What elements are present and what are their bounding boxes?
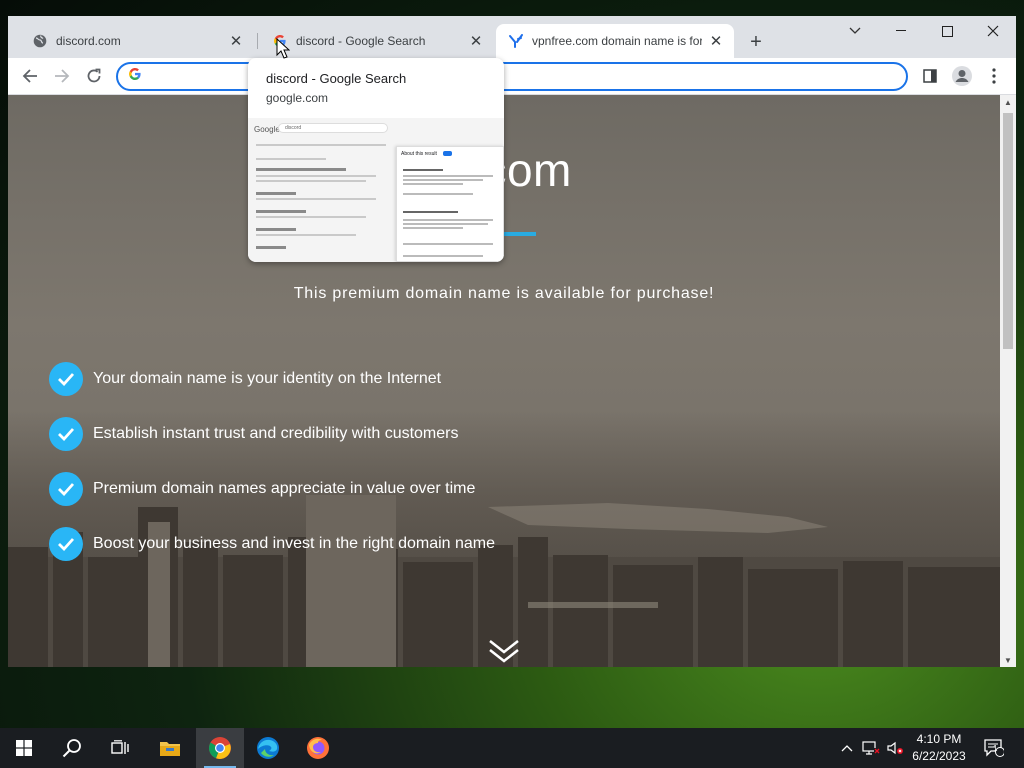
tab-strip: discord.com ✕ discord - Google Search ✕ … (8, 16, 1016, 58)
new-tab-button[interactable]: + (744, 30, 768, 54)
checkmark-icon (49, 472, 83, 506)
preview-query: discord (278, 123, 388, 133)
side-panel-button[interactable] (916, 62, 944, 90)
reload-button[interactable] (80, 62, 108, 90)
google-icon (128, 67, 142, 86)
profile-button[interactable] (948, 62, 976, 90)
scroll-up-icon[interactable]: ▲ (1000, 95, 1016, 109)
hover-card-preview: Google discord About this result (248, 118, 504, 262)
search-icon[interactable] (48, 728, 96, 768)
system-clock[interactable]: 4:10 PM 6/22/2023 (906, 731, 972, 765)
tab-discord[interactable]: discord.com ✕ (20, 24, 254, 58)
preview-logo: Google (254, 125, 280, 134)
hover-card-title: discord - Google Search (266, 71, 407, 86)
arrow-right-icon (55, 69, 70, 83)
page-viewport: e.com This premium domain name is availa… (8, 95, 1000, 667)
notification-count: 1 (993, 744, 998, 753)
firefox-icon[interactable] (294, 728, 342, 768)
benefit-item: Your domain name is your identity on the… (49, 361, 441, 397)
task-view-icon[interactable] (96, 728, 144, 768)
edge-icon[interactable] (244, 728, 292, 768)
tab-hover-card: discord - Google Search google.com Googl… (248, 58, 504, 262)
show-hidden-icons-icon[interactable] (838, 728, 856, 768)
globe-icon (32, 33, 48, 49)
back-button[interactable] (16, 62, 44, 90)
network-icon[interactable] (860, 728, 882, 768)
windows-start-icon[interactable] (0, 728, 48, 768)
preview-about-panel: About this result (396, 146, 504, 262)
mouse-cursor-icon (276, 38, 290, 59)
tab-close-icon[interactable]: ✕ (228, 33, 244, 50)
close-window-button[interactable] (970, 16, 1016, 46)
scrollbar-thumb[interactable] (1003, 113, 1013, 349)
clock-date: 6/22/2023 (912, 749, 966, 763)
chrome-icon[interactable] (196, 728, 244, 768)
forward-button[interactable] (48, 62, 76, 90)
tab-search-icon[interactable] (832, 16, 878, 46)
checkmark-icon (49, 417, 83, 451)
volume-muted-icon[interactable] (884, 728, 906, 768)
benefit-text: Your domain name is your identity on the… (93, 370, 442, 387)
hover-card-domain: google.com (266, 91, 329, 105)
benefit-text: Boost your business and invest in the ri… (93, 535, 496, 552)
notifications-icon[interactable]: 1 (980, 728, 1008, 768)
arrow-left-icon (22, 69, 37, 83)
page-scrollbar[interactable]: ▲ ▼ (1000, 95, 1016, 667)
domain-headline: e.com (444, 144, 572, 196)
checkmark-icon (49, 527, 83, 561)
browser-window: discord.com ✕ discord - Google Search ✕ … (8, 16, 1016, 667)
checkmark-icon (49, 362, 83, 396)
address-bar[interactable] (116, 62, 908, 91)
preview-about-title: About this result (401, 151, 437, 157)
tab-close-icon[interactable]: ✕ (708, 33, 724, 50)
reload-icon (87, 68, 101, 83)
tab-google-search[interactable]: discord - Google Search ✕ (260, 24, 494, 58)
clock-time: 4:10 PM (916, 732, 962, 746)
minimize-button[interactable] (878, 16, 924, 46)
side-panel-icon (923, 69, 937, 83)
taskbar: 4:10 PM 6/22/2023 1 (0, 728, 1024, 768)
benefit-item: Premium domain names appreciate in value… (49, 471, 475, 507)
benefit-item: Establish instant trust and credibility … (49, 416, 458, 452)
tab-title: discord - Google Search (296, 34, 426, 48)
file-explorer-icon[interactable] (146, 728, 194, 768)
benefit-item: Boost your business and invest in the ri… (49, 526, 495, 562)
tab-separator (257, 33, 258, 49)
benefit-text: Establish instant trust and credibility … (93, 425, 459, 442)
browser-toolbar (8, 58, 1016, 95)
sale-subtitle: This premium domain name is available fo… (293, 285, 715, 302)
yandex-y-icon (508, 33, 524, 49)
maximize-button[interactable] (924, 16, 970, 46)
scroll-down-chevron-icon[interactable] (488, 637, 520, 665)
scroll-down-icon[interactable]: ▼ (1000, 653, 1016, 667)
browser-menu-button[interactable] (980, 62, 1008, 90)
tab-vpnfree[interactable]: vpnfree.com domain name is for sale ✕ (496, 24, 734, 58)
tab-title: discord.com (56, 34, 121, 48)
profile-avatar-icon (952, 66, 972, 86)
tab-close-icon[interactable]: ✕ (468, 33, 484, 50)
kebab-menu-icon (992, 68, 996, 84)
tab-title: vpnfree.com domain name is for sale (532, 34, 702, 48)
benefit-text: Premium domain names appreciate in value… (93, 480, 476, 497)
